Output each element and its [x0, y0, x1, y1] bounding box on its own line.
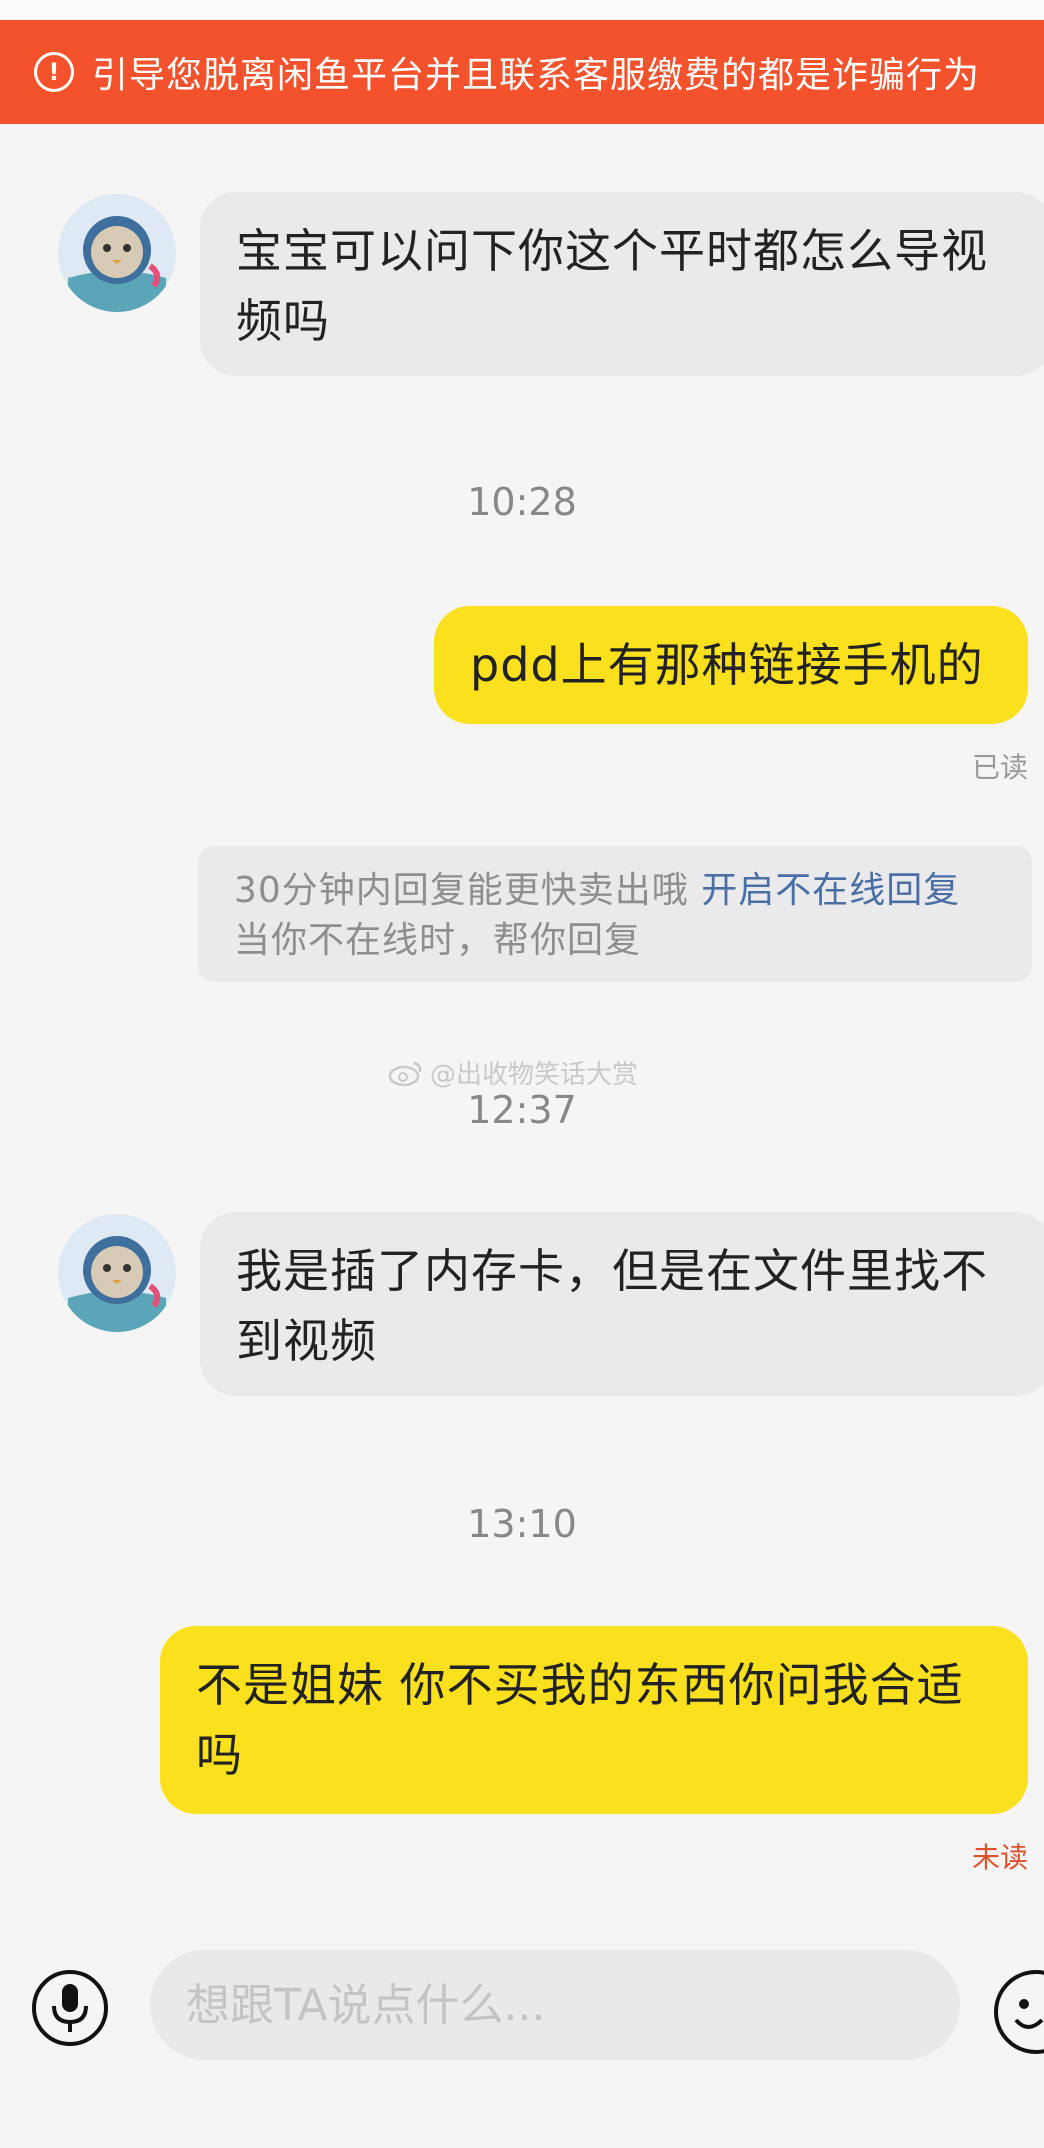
status-bar-strip — [0, 0, 1044, 20]
watermark-text: @出收物笑话大赏 — [430, 1060, 639, 1090]
outgoing-message-bubble[interactable]: pdd上有那种链接手机的 — [434, 606, 1028, 724]
enable-offline-reply-link[interactable]: 开启不在线回复 — [701, 870, 960, 911]
weibo-icon — [388, 1061, 422, 1086]
emoji-button[interactable] — [994, 1970, 1044, 2054]
tip-subtext: 当你不在线时，帮你回复 — [234, 920, 642, 961]
microphone-icon — [52, 1984, 88, 2032]
seller-avatar[interactable] — [58, 1214, 176, 1332]
unread-status: 未读 — [971, 1841, 1028, 1874]
warning-circle-icon: ! — [34, 52, 74, 92]
timestamp: 12:37 — [467, 1088, 577, 1132]
outgoing-message-bubble[interactable]: 不是姐妹 你不买我的东西你问我合适吗 — [160, 1626, 1028, 1814]
seller-avatar[interactable] — [58, 194, 176, 312]
fraud-warning-banner: ! 引导您脱离闲鱼平台并且联系客服缴费的都是诈骗行为 — [0, 20, 1044, 124]
watermark: @出收物笑话大赏 — [388, 1054, 638, 1091]
emoji-icon — [1014, 1999, 1044, 2029]
voice-input-button[interactable] — [32, 1970, 108, 2046]
incoming-message-bubble[interactable]: 我是插了内存卡，但是在文件里找不到视频 — [200, 1212, 1044, 1396]
auto-reply-tip: 30分钟内回复能更快卖出哦 开启不在线回复 当你不在线时，帮你回复 — [198, 846, 1032, 982]
read-status: 已读 — [971, 751, 1028, 784]
warning-text: 引导您脱离闲鱼平台并且联系客服缴费的都是诈骗行为 — [92, 55, 981, 96]
message-input[interactable] — [150, 1950, 960, 2060]
timestamp: 10:28 — [467, 480, 577, 524]
timestamp: 13:10 — [467, 1502, 577, 1546]
tip-text: 30分钟内回复能更快卖出哦 — [234, 870, 689, 911]
incoming-message-bubble[interactable]: 宝宝可以问下你这个平时都怎么导视频吗 — [200, 192, 1044, 376]
